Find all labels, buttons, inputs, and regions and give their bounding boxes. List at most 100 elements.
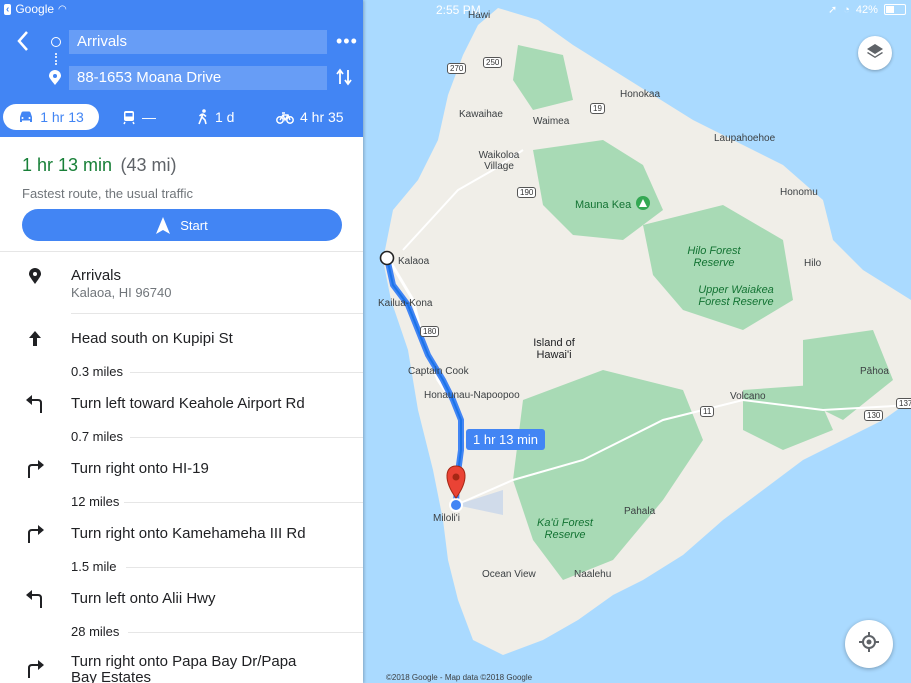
route-subtitle: Fastest route, the usual traffic	[22, 186, 194, 201]
step-5-instruction: Turn left onto Alii Hwy	[71, 590, 216, 607]
start-button[interactable]: Start	[22, 209, 342, 241]
step-3-instruction: Turn right onto HI-19	[71, 460, 209, 477]
step-6[interactable]: Turn right onto Papa Bay Dr/Papa Bay Est…	[0, 652, 363, 683]
layers-button[interactable]	[858, 36, 892, 70]
more-options-button[interactable]: •••	[336, 31, 358, 51]
shield-250: 250	[483, 57, 503, 68]
turn-right-icon	[26, 660, 44, 683]
map-label-pahala: Pahala	[624, 506, 656, 517]
battery-label: 42%	[855, 3, 878, 16]
step-4[interactable]: Turn right onto Kamehameha III Rd 1.5 mi…	[0, 522, 363, 578]
route-summary: 1 hr 13 min (43 mi) Fastest route, the u…	[0, 137, 363, 252]
map-label-waikoloa: Waikoloa Village	[478, 150, 520, 172]
destination-pin-icon	[49, 70, 61, 90]
back-button[interactable]	[16, 30, 38, 56]
shield-11: 11	[700, 406, 715, 417]
divider	[128, 632, 363, 633]
map-label-laupahoehoe: Laupahoehoe	[714, 133, 776, 144]
carrier-label: Google	[15, 2, 55, 16]
map-label-kalaoa: Kalaoa	[398, 256, 430, 267]
directions-header: ‹ Google ◠ Arrivals 88-1653 Moana Drive …	[0, 0, 363, 137]
map-label-hilo-forest: Hilo Forest Reserve	[687, 245, 741, 269]
swap-button[interactable]	[336, 68, 352, 91]
map-label-waimea: Waimea	[533, 116, 570, 127]
step-1-distance: 0.3 miles	[71, 364, 124, 379]
location-arrow-icon: ➚	[828, 4, 838, 16]
directions-panel: ‹ Google ◠ Arrivals 88-1653 Moana Drive …	[0, 0, 363, 683]
map-label-pahoa: Pāhoa	[860, 366, 889, 377]
divider	[130, 437, 363, 438]
map-label-hilo: Hilo	[804, 258, 822, 269]
divider	[130, 372, 363, 373]
step-2-instruction: Turn left toward Keahole Airport Rd	[71, 395, 305, 412]
car-icon	[20, 111, 33, 122]
pin-icon	[29, 268, 41, 289]
travel-mode-tabs: 1 hr 13 — 1 d 4 hr 35	[0, 104, 363, 132]
shield-137: 137	[896, 398, 911, 409]
tab-cycling[interactable]: 4 hr 35	[276, 104, 344, 130]
step-5[interactable]: Turn left onto Alii Hwy 28 miles	[0, 587, 363, 643]
tab-walking[interactable]: 1 d	[197, 104, 234, 130]
tab-transit[interactable]: —	[122, 104, 156, 130]
map-label-kau-forest: Ka'ū Forest Reserve	[537, 517, 593, 541]
arrow-up-icon	[29, 331, 41, 351]
more-horizontal-icon: •••	[336, 31, 358, 51]
alarm-icon: ◔	[843, 3, 850, 16]
divider	[124, 502, 363, 503]
tab-driving[interactable]: 1 hr 13	[3, 104, 99, 130]
route-duration-badge[interactable]: 1 hr 13 min	[466, 429, 546, 450]
step-origin[interactable]: Arrivals Kalaoa, HI 96740	[0, 252, 363, 314]
origin-marker	[379, 250, 395, 266]
transit-icon	[123, 110, 135, 124]
map-label-naalehu: Naalehu	[574, 569, 612, 580]
route-dots-icon	[55, 53, 59, 65]
destination-field[interactable]: 88-1653 Moana Drive	[69, 66, 327, 90]
status-time: 2:55 PM	[436, 3, 481, 17]
step-5-distance: 28 miles	[71, 624, 120, 639]
navigation-arrow-icon	[156, 216, 171, 234]
map-label-kailua-kona: Kailua-Kona	[378, 298, 433, 309]
divider	[126, 567, 363, 568]
tab-transit-label: —	[142, 109, 156, 125]
back-arrow-icon	[17, 31, 28, 51]
turn-right-icon	[26, 460, 44, 483]
back-to-app-icon[interactable]: ‹	[4, 3, 12, 15]
map-label-kawaihae: Kawaihae	[459, 109, 503, 120]
map-label-upper-waiakea: Upper Waiakea Forest Reserve	[698, 284, 774, 308]
map-label-captain-cook: Captain Cook	[408, 366, 469, 377]
swap-vertical-icon	[336, 68, 352, 86]
step-3-distance: 12 miles	[71, 494, 120, 509]
bike-icon	[276, 111, 294, 124]
layers-icon	[866, 42, 884, 65]
map-view[interactable]	[363, 0, 911, 683]
tab-cycling-label: 4 hr 35	[300, 109, 344, 125]
my-location-icon	[858, 631, 880, 658]
divider	[71, 313, 363, 314]
shield-180: 180	[420, 326, 440, 337]
map-label-island: Island of Hawai'i	[533, 337, 575, 361]
step-3[interactable]: Turn right onto HI-19 12 miles	[0, 457, 363, 513]
wifi-icon: ◠	[58, 3, 67, 15]
step-1[interactable]: Head south on Kupipi St 0.3 miles	[0, 327, 363, 383]
step-origin-address: Kalaoa, HI 96740	[71, 285, 172, 300]
shield-190: 190	[517, 187, 537, 198]
map-label-ocean-view: Ocean View	[482, 569, 536, 580]
shield-19: 19	[590, 103, 605, 114]
turn-left-icon	[26, 395, 44, 418]
shield-270: 270	[447, 63, 467, 74]
shield-130: 130	[864, 410, 884, 421]
map-label-honaunau: Honaunau-Napoopoo	[424, 390, 520, 401]
map-canvas[interactable]	[363, 0, 911, 683]
step-2-distance: 0.7 miles	[71, 429, 124, 444]
route-distance: (43 mi)	[120, 155, 177, 175]
origin-field[interactable]: Arrivals	[69, 30, 327, 54]
my-location-button[interactable]	[845, 620, 893, 668]
step-2[interactable]: Turn left toward Keahole Airport Rd 0.7 …	[0, 392, 363, 448]
walk-icon	[198, 109, 207, 125]
status-right: ➚ ◔ 42%	[828, 3, 906, 16]
map-label-milolii: Miloli'i	[433, 513, 460, 524]
map-label-honomu: Honomu	[780, 187, 818, 198]
tab-driving-label: 1 hr 13	[40, 109, 84, 125]
map-copyright: ©2018 Google - Map data ©2018 Google	[386, 673, 533, 682]
battery-icon	[883, 4, 906, 15]
